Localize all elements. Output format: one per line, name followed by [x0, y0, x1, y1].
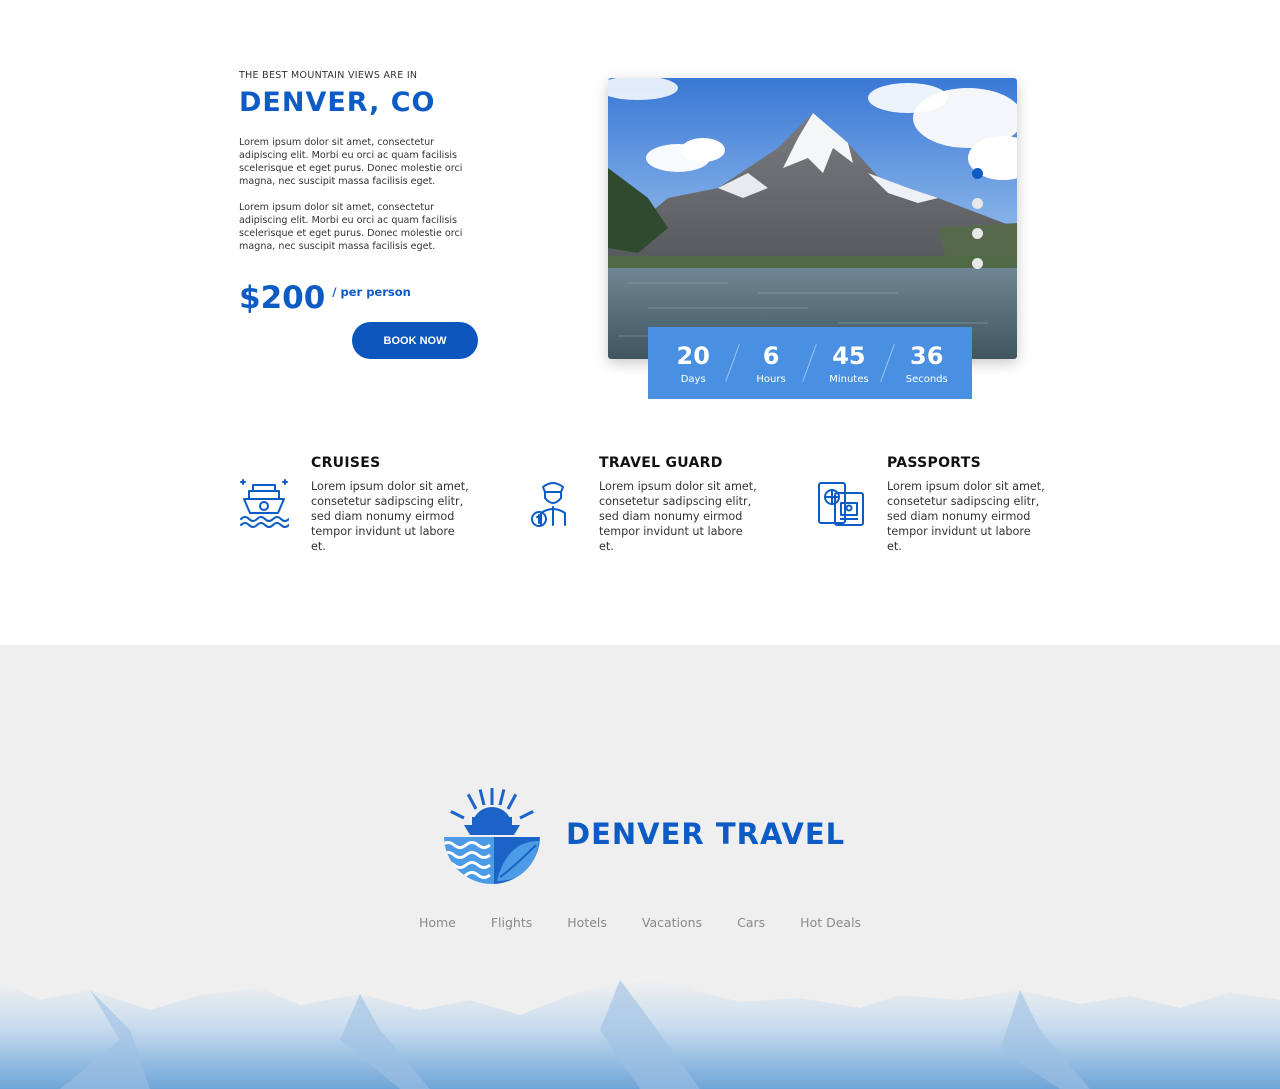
slider-dot[interactable]: [972, 198, 983, 209]
passport-icon: [818, 482, 864, 526]
countdown-days: 20 Days: [665, 342, 721, 385]
countdown-value: 36: [910, 341, 944, 370]
mountain-lake-image: [608, 78, 1017, 359]
nav-link-hot-deals[interactable]: Hot Deals: [800, 915, 861, 930]
countdown-label: Hours: [756, 373, 786, 385]
price-row: $200 / per person: [239, 280, 411, 316]
book-now-button[interactable]: BOOK NOW: [352, 322, 478, 359]
countdown-divider: [880, 344, 896, 382]
feature-title: TRAVEL GUARD: [599, 455, 723, 471]
sun-wave-logo-icon: [444, 788, 540, 884]
hero-intro: THE BEST MOUNTAIN VIEWS ARE IN DENVER, C…: [239, 70, 479, 253]
nav-link-flights[interactable]: Flights: [491, 915, 532, 930]
slider-dot[interactable]: [972, 258, 983, 269]
countdown-value: 20: [676, 341, 710, 370]
feature-title: CRUISES: [311, 455, 381, 471]
mountain-lake-photo: [608, 78, 1017, 359]
price-unit: / per person: [332, 285, 411, 299]
nav-link-cars[interactable]: Cars: [737, 915, 765, 930]
countdown-minutes: 45 Minutes: [821, 342, 877, 385]
slider-dot[interactable]: [972, 168, 983, 179]
nav-link-hotels[interactable]: Hotels: [567, 915, 607, 930]
brand-name: DENVER TRAVEL: [566, 817, 846, 851]
hero-section: THE BEST MOUNTAIN VIEWS ARE IN DENVER, C…: [0, 0, 1280, 645]
hero-city-title: DENVER, CO: [239, 87, 436, 118]
feature-text: Lorem ipsum dolor sit amet, consetetur s…: [311, 480, 469, 553]
nav-link-home[interactable]: Home: [419, 915, 456, 930]
cruise-ship-icon: [240, 479, 289, 528]
feature-text: Lorem ipsum dolor sit amet, consetetur s…: [599, 480, 757, 553]
brand-logo: [442, 785, 542, 887]
hero-paragraph: Lorem ipsum dolor sit amet, consectetur …: [239, 137, 463, 187]
footer: DENVER TRAVEL Home Flights Hotels Vacati…: [0, 645, 1280, 1089]
countdown-value: 45: [832, 341, 866, 370]
travel-guard-icon: [531, 482, 566, 527]
feature-text: Lorem ipsum dolor sit amet, consetetur s…: [887, 480, 1045, 553]
feature-title: PASSPORTS: [887, 455, 981, 471]
countdown-divider: [802, 344, 818, 382]
countdown-label: Seconds: [905, 373, 948, 385]
slider-dot[interactable]: [972, 228, 983, 239]
countdown-label: Minutes: [829, 373, 869, 385]
countdown-timer: 20 Days 6 Hours 45 Minutes 36 Seconds: [648, 327, 972, 399]
hero-paragraph: Lorem ipsum dolor sit amet, consectetur …: [239, 202, 463, 252]
nav-link-vacations[interactable]: Vacations: [642, 915, 702, 930]
mountain-range-image: [0, 975, 1280, 1089]
countdown-divider: [724, 344, 740, 382]
countdown-label: Days: [680, 373, 706, 385]
footer-nav: Home Flights Hotels Vacations Cars Hot D…: [0, 915, 1280, 930]
price-value: $200: [239, 280, 326, 316]
countdown-seconds: 36 Seconds: [899, 342, 955, 385]
countdown-value: 6: [762, 341, 780, 370]
countdown-hours: 6 Hours: [743, 342, 799, 385]
hero-kicker: THE BEST MOUNTAIN VIEWS ARE IN: [239, 70, 418, 81]
slider-dots: [972, 168, 983, 269]
